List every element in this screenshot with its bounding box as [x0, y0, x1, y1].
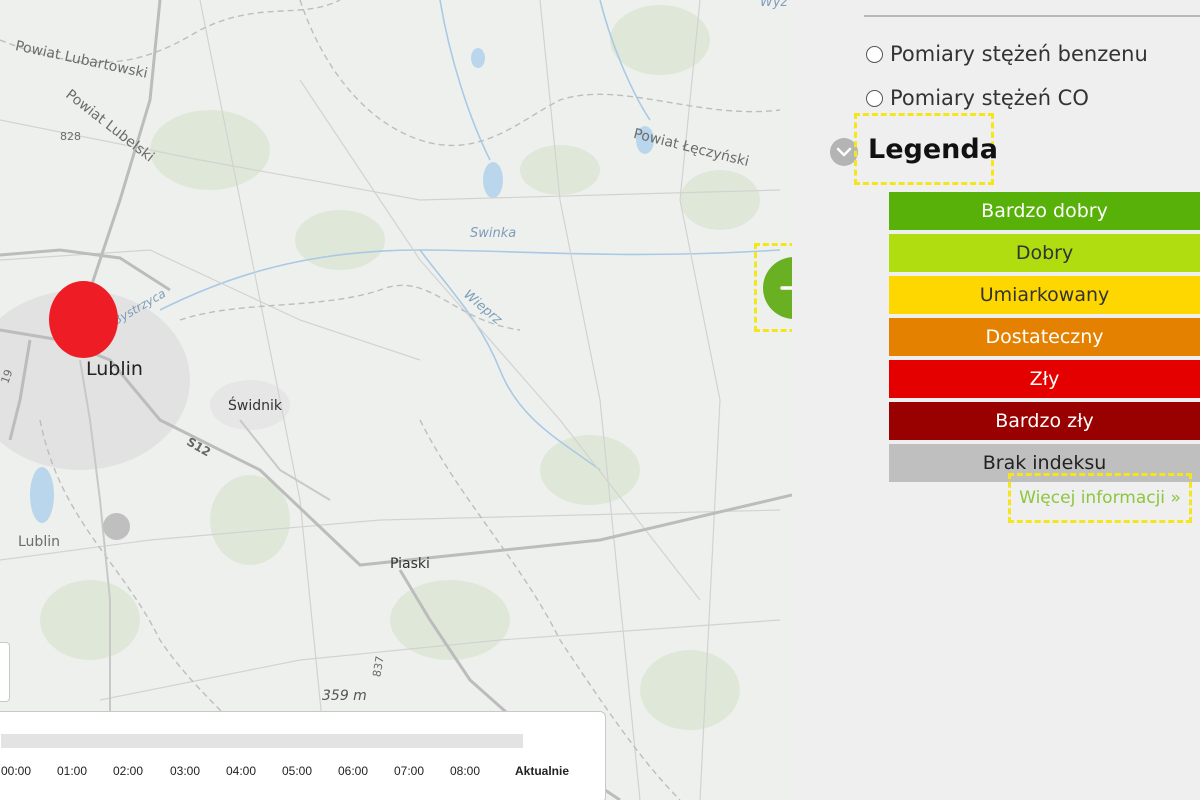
map[interactable]: Powiat Lubartowski Powiat Lubelski Powia… [0, 0, 792, 800]
legend-item: Bardzo zły [889, 402, 1200, 440]
timeline-ticks: 00:00 01:00 02:00 03:00 04:00 05:00 06:0… [1, 764, 601, 784]
legend-item: Dobry [889, 234, 1200, 272]
label-road-828: 828 [60, 130, 81, 143]
legend-item-label: Bardzo zły [995, 410, 1094, 432]
label-piaski: Piaski [390, 556, 430, 572]
legend-item: Dostateczny [889, 318, 1200, 356]
timeline-tick[interactable]: 05:00 [282, 764, 312, 778]
timeline-tick[interactable]: 06:00 [338, 764, 368, 778]
label-wyz: Wyż [760, 0, 788, 10]
legend-item: Zły [889, 360, 1200, 398]
option-co[interactable]: Pomiary stężeń CO [866, 86, 1089, 110]
label-elevation: 359 m [322, 688, 367, 704]
timeline-tick[interactable]: 04:00 [226, 764, 256, 778]
legend-item-label: Bardzo dobry [981, 200, 1108, 222]
radio-button[interactable] [866, 45, 883, 63]
timeline-tick[interactable]: 07:00 [394, 764, 424, 778]
legend-title-highlight[interactable]: Legenda [854, 113, 998, 185]
label-lublin-gmina: Lublin [18, 534, 60, 550]
legend-list: Bardzo dobry Dobry Umiarkowany Dostatecz… [889, 192, 1200, 486]
timeline-tick[interactable]: 02:00 [113, 764, 143, 778]
legend-item-label: Dostateczny [985, 326, 1104, 348]
label-swidnik: Świdnik [228, 398, 282, 414]
legend-item-label: Umiarkowany [979, 284, 1110, 306]
station-marker-gray[interactable] [103, 513, 130, 540]
legend-item-label: Zły [1029, 368, 1060, 390]
legend-item: Bardzo dobry [889, 192, 1200, 230]
timeline-tick[interactable]: 00:00 [1, 764, 31, 778]
timeline[interactable]: 00:00 01:00 02:00 03:00 04:00 05:00 06:0… [0, 711, 606, 800]
option-label: Pomiary stężeń CO [890, 86, 1089, 110]
timeline-track[interactable] [1, 734, 523, 748]
map-control[interactable] [0, 642, 10, 702]
legend-item: Umiarkowany [889, 276, 1200, 314]
option-label: Pomiary stężeń benzenu [890, 42, 1148, 66]
label-lublin: Lublin [86, 358, 143, 380]
radio-button[interactable] [866, 89, 883, 107]
legend-item-label: Brak indeksu [982, 452, 1107, 474]
station-marker-red[interactable] [49, 281, 118, 358]
timeline-tick[interactable]: 08:00 [450, 764, 480, 778]
side-panel: Pomiary stężeń benzenu Pomiary stężeń CO… [792, 0, 1200, 800]
timeline-tick[interactable]: 03:00 [170, 764, 200, 778]
legend-item-label: Dobry [1015, 242, 1074, 264]
more-info-link[interactable]: Więcej informacji » [1019, 488, 1181, 508]
label-swinka: Swinka [470, 226, 517, 241]
more-info-highlight[interactable]: Więcej informacji » [1008, 473, 1192, 523]
chevron-down-icon [836, 147, 852, 157]
timeline-tick[interactable]: 01:00 [57, 764, 87, 778]
panel-divider [864, 15, 1200, 17]
map-base [0, 0, 792, 800]
option-benzene[interactable]: Pomiary stężeń benzenu [866, 42, 1148, 66]
legend-title: Legenda [868, 133, 998, 165]
timeline-current[interactable]: Aktualnie [515, 764, 569, 778]
